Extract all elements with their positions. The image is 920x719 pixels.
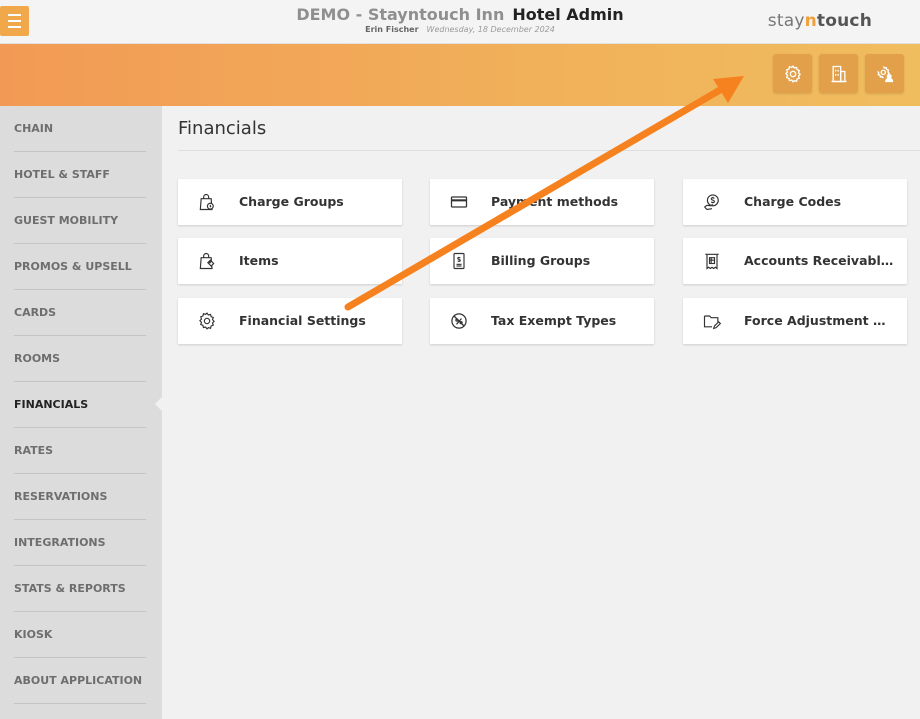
sidebar-item-label: RESERVATIONS (14, 490, 108, 503)
sidebar-item-label: RATES (14, 444, 54, 457)
sidebar: CHAIN HOTEL & STAFF GUEST MOBILITY PROMO… (0, 106, 163, 719)
sidebar-item-label: FINANCIALS (14, 398, 89, 411)
sidebar-item-label: GUEST MOBILITY (14, 214, 119, 227)
hotel-building-button[interactable] (819, 54, 858, 93)
main-content: Financials Charge Groups Payment methods (162, 106, 920, 719)
sidebar-item-promos-upsell[interactable]: PROMOS & UPSELL (0, 244, 162, 290)
sidebar-item-label: HOTEL & STAFF (14, 168, 110, 181)
sidebar-item-chain[interactable]: CHAIN (0, 106, 162, 152)
credit-card-icon (448, 191, 470, 213)
receipt-icon (701, 250, 723, 272)
top-header: DEMO - Stayntouch Inn Hotel Admin Erin Fi… (0, 0, 920, 44)
tax-exempt-types-card[interactable]: Tax Exempt Types (430, 298, 654, 344)
sidebar-item-label: STATS & REPORTS (14, 582, 126, 595)
stayntouch-logo: stayntouch (767, 11, 872, 31)
settings-button[interactable] (773, 54, 812, 93)
bag-tag-icon (196, 250, 218, 272)
folder-edit-icon (701, 310, 723, 332)
sidebar-item-label: KIOSK (14, 628, 53, 641)
user-settings-button[interactable] (865, 54, 904, 93)
settings-gear-icon (784, 64, 801, 83)
divider (178, 150, 920, 151)
charge-groups-card[interactable]: Charge Groups (178, 179, 402, 225)
orange-banner (0, 44, 920, 106)
charge-codes-card[interactable]: Charge Codes (683, 179, 907, 225)
gear-icon (196, 310, 218, 332)
force-adjustment-reasons-card[interactable]: Force Adjustment Reasons (683, 298, 907, 344)
card-label: Force Adjustment Reasons (744, 313, 894, 328)
sidebar-item-label: INTEGRATIONS (14, 536, 106, 549)
sidebar-item-hotel-staff[interactable]: HOTEL & STAFF (0, 152, 162, 198)
payment-methods-card[interactable]: Payment methods (430, 179, 654, 225)
shopping-bag-icon (196, 191, 218, 213)
building-icon (831, 65, 846, 82)
card-label: Tax Exempt Types (491, 313, 617, 328)
items-card[interactable]: Items (178, 238, 402, 284)
no-tax-icon (448, 310, 470, 332)
card-label: Financial Settings (239, 313, 366, 328)
sidebar-item-cards[interactable]: CARDS (0, 290, 162, 336)
user-settings-icon (876, 65, 893, 82)
sidebar-item-label: PROMOS & UPSELL (14, 260, 132, 273)
sidebar-item-label: ROOMS (14, 352, 61, 365)
accounts-receivables-card[interactable]: Accounts Receivables (683, 238, 907, 284)
card-label: Billing Groups (491, 253, 591, 268)
sidebar-item-label: ABOUT APPLICATION (14, 674, 143, 687)
sidebar-item-integrations[interactable]: INTEGRATIONS (0, 520, 162, 566)
divider (14, 703, 146, 704)
sidebar-item-stats-reports[interactable]: STATS & REPORTS (0, 566, 162, 612)
card-label: Payment methods (491, 194, 619, 209)
sidebar-item-label: CARDS (14, 306, 57, 319)
hotel-name: DEMO - Stayntouch Inn (296, 5, 505, 24)
financial-settings-card[interactable]: Financial Settings (178, 298, 402, 344)
card-label: Items (239, 253, 279, 268)
billing-groups-card[interactable]: Billing Groups (430, 238, 654, 284)
card-label: Charge Codes (744, 194, 842, 209)
sidebar-item-about-application[interactable]: ABOUT APPLICATION (0, 658, 162, 704)
business-date: Wednesday, 18 December 2024 (426, 25, 555, 34)
sidebar-item-reservations[interactable]: RESERVATIONS (0, 474, 162, 520)
sidebar-item-rooms[interactable]: ROOMS (0, 336, 162, 382)
sidebar-item-rates[interactable]: RATES (0, 428, 162, 474)
user-name: Erin Fischer (365, 25, 419, 34)
app-name: Hotel Admin (512, 5, 624, 24)
sidebar-item-guest-mobility[interactable]: GUEST MOBILITY (0, 198, 162, 244)
sidebar-item-financials[interactable]: FINANCIALS (0, 382, 163, 428)
money-hand-icon (701, 191, 723, 213)
sidebar-item-label: CHAIN (14, 122, 54, 135)
card-label: Accounts Receivables (744, 253, 894, 268)
invoice-icon (448, 250, 470, 272)
card-label: Charge Groups (239, 194, 344, 209)
sidebar-item-kiosk[interactable]: KIOSK (0, 612, 162, 658)
page-title: Financials (178, 118, 267, 139)
